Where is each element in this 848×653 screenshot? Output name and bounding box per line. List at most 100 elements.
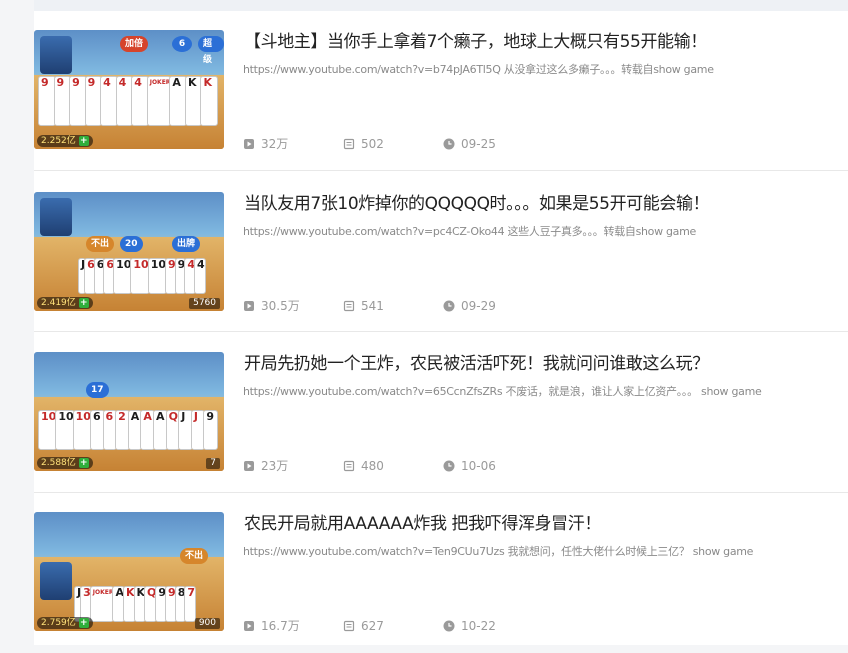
comments-count: 502 [361, 137, 384, 151]
coin-count: 2.759亿 + [37, 617, 93, 629]
video-meta: 32万 502 09-25 [243, 137, 543, 151]
timer-badge: 17 [86, 382, 109, 398]
comment-icon [343, 138, 355, 150]
video-list-panel: 加倍 6 超级 9 9 9 9 4 4 4 JOKER A K K 2.252亿… [0, 0, 848, 645]
comments-stat: 502 [343, 137, 384, 151]
card-row: 9 9 9 9 4 4 4 JOKER A K K [38, 76, 219, 126]
date-value: 09-25 [461, 137, 496, 151]
coin-count: 2.252亿 + [37, 135, 93, 147]
playing-card: 4 [193, 258, 206, 294]
list-item[interactable]: 17 10 10 10 6 6 2 A A A Q J J 9 2.588亿+ [34, 333, 848, 493]
views-count: 30.5万 [261, 299, 300, 313]
coin-value: 2.252亿 [41, 136, 76, 146]
plus-icon: + [78, 298, 89, 308]
playing-card: K [200, 76, 219, 126]
video-description: https://www.youtube.com/watch?v=b74pJA6T… [243, 63, 714, 76]
avatar [40, 198, 72, 236]
comment-icon [343, 300, 355, 312]
playing-card: JOKER [146, 76, 172, 126]
playing-card: 9 [203, 410, 219, 450]
comments-stat: 480 [343, 459, 384, 473]
playing-card: 10 [55, 410, 75, 450]
video-title[interactable]: 【斗地主】当你手上拿着7个癞子，地球上大概只有55开能输！ [244, 30, 844, 54]
video-thumbnail[interactable]: 17 10 10 10 6 6 2 A A A Q J J 9 2.588亿+ [34, 352, 224, 471]
divider [34, 331, 848, 332]
comment-icon [343, 620, 355, 632]
list-item[interactable]: 加倍 6 超级 9 9 9 9 4 4 4 JOKER A K K 2.252亿… [34, 11, 848, 171]
comments-count: 627 [361, 619, 384, 633]
views-count: 23万 [261, 459, 289, 473]
comments-count: 480 [361, 459, 384, 473]
clock-icon [443, 460, 455, 472]
date-value: 10-06 [461, 459, 496, 473]
video-thumbnail[interactable]: 不出 20 出牌 J 6 6 6 10 10 10 9 9 4 4 2.419亿… [34, 192, 224, 311]
date-value: 10-22 [461, 619, 496, 633]
views-stat: 16.7万 [243, 619, 300, 633]
comment-icon [343, 460, 355, 472]
list-item[interactable]: 不出 J 3 JOKER A K K Q 9 9 8 7 2.759亿 + 900… [34, 493, 848, 653]
coin-value: 2.419亿 [41, 298, 76, 308]
clock-icon [443, 138, 455, 150]
video-meta: 23万 480 10-06 [243, 459, 543, 473]
card-row: J 3 JOKER A K K Q 9 9 8 7 [74, 586, 197, 622]
avatar [40, 36, 72, 74]
plus-icon: + [78, 458, 89, 468]
score-label: 5760 [189, 298, 220, 309]
views-stat: 30.5万 [243, 299, 300, 313]
score-label: 7 [206, 458, 220, 469]
multiplier-badge: 6 [172, 36, 192, 52]
clock-icon [443, 300, 455, 312]
card-row: J 6 6 6 10 10 10 9 9 4 4 [78, 258, 206, 294]
video-thumbnail[interactable]: 不出 J 3 JOKER A K K Q 9 9 8 7 2.759亿 + 900 [34, 512, 224, 631]
views-stat: 32万 [243, 137, 288, 151]
pass-badge: 不出 [180, 548, 209, 564]
playing-card: 9 [38, 76, 56, 126]
play-icon [244, 301, 254, 311]
plus-icon: + [78, 618, 89, 628]
views-count: 32万 [261, 137, 289, 151]
timer-badge: 20 [120, 236, 143, 252]
date-stat: 10-06 [443, 459, 496, 473]
clock-icon [443, 620, 455, 632]
pass-badge: 不出 [86, 236, 115, 252]
playing-card: 10 [130, 258, 150, 294]
video-title[interactable]: 开局先扔她一个王炸，农民被活活吓死！我就问问谁敢这么玩？ [244, 352, 844, 376]
coin-value: 2.759亿 [41, 618, 76, 628]
video-description: https://www.youtube.com/watch?v=65CcnZfs… [243, 385, 762, 398]
divider [34, 170, 848, 171]
comments-count: 541 [361, 299, 384, 313]
coin-value: 2.588亿 [41, 458, 76, 468]
video-description: https://www.youtube.com/watch?v=pc4CZ-Ok… [243, 225, 697, 238]
views-count: 16.7万 [261, 619, 300, 633]
date-value: 09-29 [461, 299, 496, 313]
comments-stat: 627 [343, 619, 384, 633]
play-icon [244, 621, 254, 631]
card-row: 10 10 10 6 6 2 A A A Q J J 9 [38, 410, 219, 450]
video-description: https://www.youtube.com/watch?v=Ten9CUu7… [243, 545, 754, 558]
top-bar [34, 0, 848, 11]
date-stat: 09-25 [443, 137, 496, 151]
plus-icon: + [78, 136, 89, 146]
super-badge: 超级 [198, 36, 224, 65]
video-thumbnail[interactable]: 加倍 6 超级 9 9 9 9 4 4 4 JOKER A K K 2.252亿… [34, 30, 224, 149]
video-list: 加倍 6 超级 9 9 9 9 4 4 4 JOKER A K K 2.252亿… [34, 11, 848, 645]
video-meta: 16.7万 627 10-22 [243, 619, 543, 633]
views-stat: 23万 [243, 459, 288, 473]
date-stat: 10-22 [443, 619, 496, 633]
play-badge: 出牌 [172, 236, 201, 252]
video-title[interactable]: 当队友用7张10炸掉你的QQQQQ时。。。如果是55开可能会输！ [244, 192, 844, 216]
coin-count: 2.419亿 + [37, 297, 93, 309]
video-title[interactable]: 农民开局就用AAAAAA炸我 把我吓得浑身冒汗！ [244, 512, 844, 536]
date-stat: 09-29 [443, 299, 496, 313]
play-icon [244, 139, 254, 149]
double-badge: 加倍 [120, 36, 149, 52]
video-meta: 30.5万 541 09-29 [243, 299, 543, 313]
playing-card: JOKER [89, 586, 115, 622]
comments-stat: 541 [343, 299, 384, 313]
avatar [40, 562, 72, 600]
score-label: 900 [194, 618, 220, 629]
playing-card: 7 [184, 586, 197, 622]
play-icon [244, 461, 254, 471]
list-item[interactable]: 不出 20 出牌 J 6 6 6 10 10 10 9 9 4 4 2.419亿… [34, 173, 848, 333]
coin-count: 2.588亿 + [37, 457, 93, 469]
